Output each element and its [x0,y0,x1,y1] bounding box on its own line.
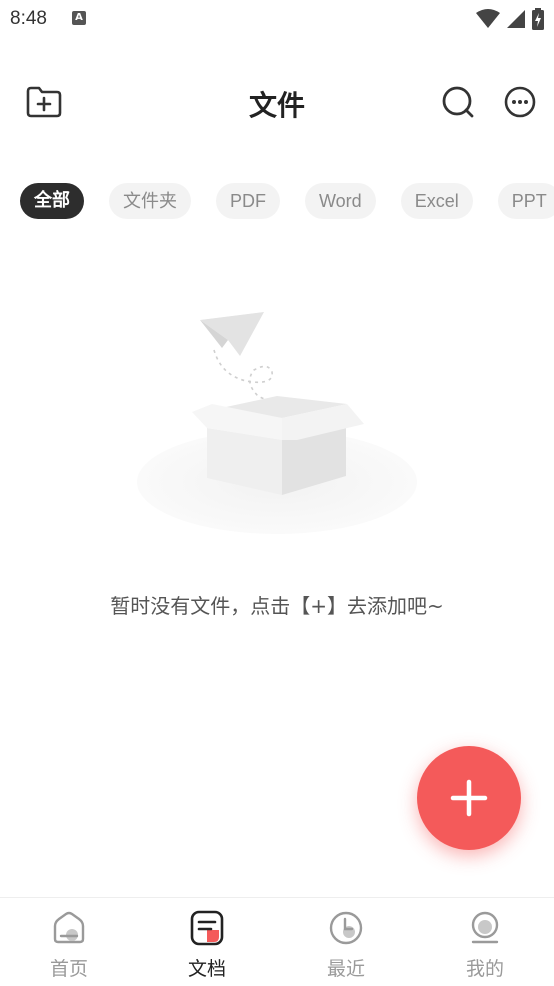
bottom-nav: 首页 文档 最近 我的 [0,897,554,986]
status-time: 8:48 [10,8,47,29]
nav-label-recent: 最近 [326,958,365,980]
chip-folder[interactable]: 文件夹 [109,183,191,219]
status-bar: 8:48 A [0,0,554,40]
nav-item-recent[interactable]: 最近 [296,910,396,981]
nav-label-documents: 文档 [187,958,226,980]
home-icon [53,911,85,944]
plus-icon [450,779,488,817]
nav-label-profile: 我的 [465,958,504,980]
more-button[interactable] [500,82,540,122]
more-icon [504,86,536,118]
chip-ppt[interactable]: PPT [497,183,554,219]
search-button[interactable] [438,82,478,122]
search-icon [442,86,474,118]
chip-pdf[interactable]: PDF [216,183,280,219]
profile-icon [471,911,499,944]
nav-item-documents[interactable]: 文档 [157,910,257,981]
empty-state-message: 暂时没有文件，点击【+】去添加吧~ [110,594,444,618]
document-icon [190,910,224,946]
header: 文件 [0,70,554,134]
notification-icon: A [72,11,86,25]
signal-icon [507,10,525,28]
add-file-button[interactable] [417,746,521,850]
chip-excel[interactable]: Excel [400,183,473,219]
battery-icon [532,8,544,30]
empty-box-illustration [137,312,417,534]
nav-item-home[interactable]: 首页 [19,910,119,981]
filter-chips: 全部 文件夹 PDF Word Excel PPT [20,183,554,221]
chip-word[interactable]: Word [305,183,376,219]
chip-all[interactable]: 全部 [20,183,84,219]
nav-item-profile[interactable]: 我的 [435,910,535,981]
wifi-icon [476,9,500,28]
clock-icon [329,911,363,945]
status-icons [476,8,544,30]
nav-label-home: 首页 [49,958,88,980]
